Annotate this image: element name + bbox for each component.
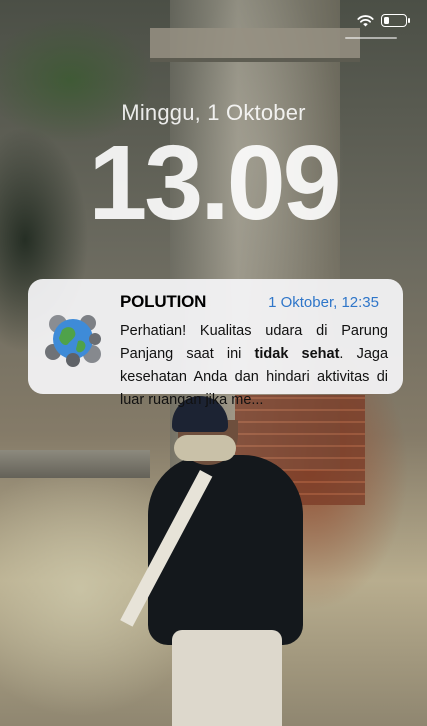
control-center-handle[interactable] xyxy=(345,37,397,39)
wifi-icon xyxy=(357,14,374,27)
notification-message: Perhatian! Kualitas udara di Parung Panj… xyxy=(120,320,388,412)
lockscreen-clock: 13.09 xyxy=(88,124,341,242)
battery-icon xyxy=(381,14,410,27)
status-bar xyxy=(357,14,410,27)
battery-level-fill xyxy=(384,17,389,24)
lock-screen: Minggu, 1 Oktober 13.09 POLUTION 1 Oktob… xyxy=(0,0,427,726)
lockscreen-date: Minggu, 1 Oktober xyxy=(121,100,306,125)
wallpaper-person-visor xyxy=(174,435,236,461)
earth-pollution-icon xyxy=(44,310,102,368)
notification-app-name: POLUTION xyxy=(120,292,207,311)
wallpaper-pillar-cap xyxy=(150,28,360,62)
wallpaper-ledge xyxy=(0,450,150,478)
notification-message-emphasis: tidak sehat xyxy=(254,346,340,362)
notification-card[interactable]: POLUTION 1 Oktober, 12:35 Perhatian! Kua… xyxy=(28,279,403,408)
notification-timestamp: 1 Oktober, 12:35 xyxy=(268,294,379,311)
wallpaper-person-pants xyxy=(172,630,282,726)
